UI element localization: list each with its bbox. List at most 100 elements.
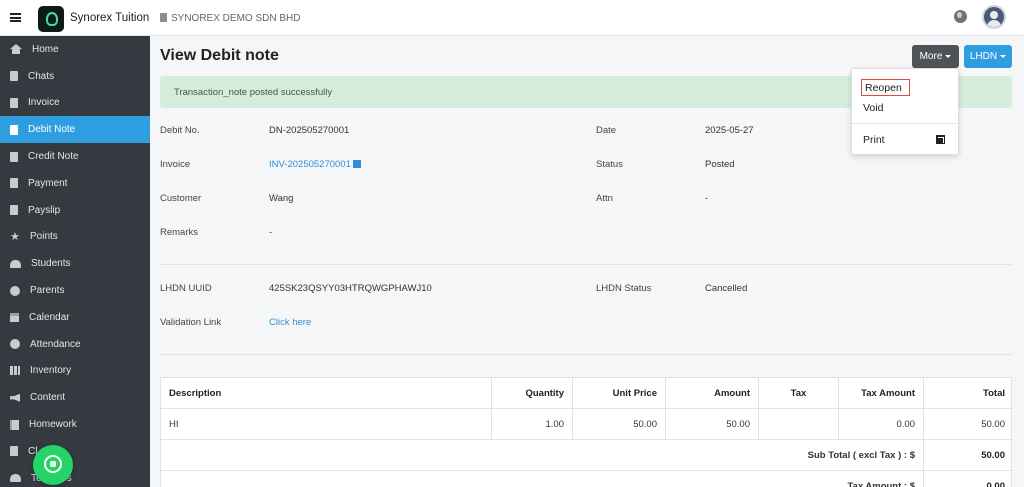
date-label: Date — [596, 125, 617, 136]
header-quantity: Quantity — [492, 378, 573, 409]
avatar[interactable] — [982, 5, 1006, 29]
debit-no-label: Debit No. — [160, 125, 200, 136]
sidebar-item-label: Chats — [28, 70, 55, 82]
more-dropdown-menu: Reopen Void Print — [851, 68, 959, 155]
sidebar-item-label: Payslip — [28, 204, 61, 216]
void-menu-item[interactable]: Void — [863, 102, 883, 114]
remarks-value: - — [269, 227, 273, 238]
lhdn-uuid-label: LHDN UUID — [160, 283, 212, 294]
lhdn-button-label: LHDN — [969, 51, 998, 62]
row-tax — [759, 409, 839, 440]
sidebar-item-label: Home — [32, 43, 59, 55]
sidebar-item-content[interactable]: Content — [0, 384, 150, 411]
whatsapp-icon[interactable] — [33, 445, 73, 485]
sidebar-item-homework[interactable]: Homework — [0, 411, 150, 438]
row-tax-amount: 0.00 — [839, 409, 924, 440]
table-header-row: Description Quantity Unit Price Amount T… — [161, 378, 1011, 409]
header-tax-amount: Tax Amount — [839, 378, 924, 409]
debit-no-value: DN-202505270001 — [269, 125, 350, 136]
sidebar-item-classes[interactable]: Cl — [0, 438, 150, 465]
more-button-label: More — [919, 51, 943, 62]
customer-label: Customer — [160, 193, 202, 204]
sidebar-item-teachers[interactable]: Teachers — [0, 465, 150, 487]
top-bar: Synorex Tuition SYNOREX DEMO SDN BHD — [0, 0, 1024, 36]
document-icon — [10, 97, 18, 108]
validation-link-label: Validation Link — [160, 317, 222, 328]
invoice-number[interactable]: INV-202505270001 — [269, 159, 351, 170]
sidebar-item-label: Points — [30, 231, 58, 243]
customer-value: Wang — [269, 193, 294, 204]
header-unit-price: Unit Price — [573, 378, 666, 409]
validation-link[interactable]: Click here — [269, 317, 311, 328]
document-icon — [10, 205, 18, 216]
header-description: Description — [161, 378, 492, 409]
header-tax: Tax — [759, 378, 839, 409]
sidebar-item-label: Inventory — [30, 365, 72, 377]
reopen-menu-item[interactable]: Reopen — [861, 79, 910, 96]
sidebar-item-label: Homework — [29, 419, 77, 431]
table-row: HI 1.00 50.00 50.00 0.00 50.00 — [161, 409, 1011, 440]
building-icon — [160, 13, 167, 22]
tax-amount-label: Tax Amount : $ — [161, 471, 924, 487]
star-icon: ★ — [10, 230, 20, 243]
sidebar-item-parents[interactable]: Parents — [0, 277, 150, 304]
subtotal-label: Sub Total ( excl Tax ) : $ — [161, 440, 924, 471]
sidebar-item-points[interactable]: ★ Points — [0, 224, 150, 251]
megaphone-icon — [10, 393, 20, 402]
main-content: View Debit note More LHDN Transaction_no… — [150, 36, 1024, 487]
sidebar-item-label: Debit Note — [28, 124, 76, 136]
sidebar-item-credit-note[interactable]: Credit Note — [0, 143, 150, 170]
sidebar-item-invoice[interactable]: Invoice — [0, 90, 150, 117]
lhdn-uuid-value: 425SK23QSYY03HTRQWGPHAWJ10 — [269, 283, 432, 294]
document-icon — [10, 71, 18, 82]
row-amount: 50.00 — [666, 409, 759, 440]
lhdn-status-value: Cancelled — [705, 283, 748, 294]
document-icon — [10, 151, 18, 162]
sidebar-item-payment[interactable]: Payment — [0, 170, 150, 197]
menu-icon[interactable] — [10, 13, 21, 22]
home-icon — [10, 44, 22, 55]
company-selector[interactable]: SYNOREX DEMO SDN BHD — [160, 13, 300, 24]
user-circle-icon — [10, 285, 20, 296]
company-name: SYNOREX DEMO SDN BHD — [171, 13, 301, 24]
date-value: 2025-05-27 — [705, 125, 754, 136]
status-value: Posted — [705, 159, 735, 170]
sidebar-item-students[interactable]: Students — [0, 250, 150, 277]
sidebar-item-payslip[interactable]: Payslip — [0, 197, 150, 224]
external-link-icon[interactable] — [352, 160, 361, 168]
divider — [160, 354, 1012, 355]
sidebar-item-attendance[interactable]: Attendance — [0, 331, 150, 358]
alert-message: Transaction_note posted successfully — [174, 87, 333, 98]
document-icon — [10, 178, 18, 189]
sidebar: Home Chats Invoice Debit Note Credit Not… — [0, 36, 150, 487]
document-icon — [10, 446, 18, 457]
sidebar-item-chats[interactable]: Chats — [0, 63, 150, 90]
row-total: 50.00 — [981, 419, 1005, 430]
more-button[interactable]: More — [912, 45, 959, 68]
header-amount: Amount — [666, 378, 759, 409]
sidebar-item-inventory[interactable]: Inventory — [0, 358, 150, 385]
page-title: View Debit note — [160, 47, 279, 64]
clock-icon — [10, 339, 20, 350]
caret-down-icon — [945, 55, 952, 58]
globe-icon[interactable] — [954, 10, 967, 23]
sidebar-item-label: Students — [31, 258, 71, 270]
brand-logo[interactable] — [38, 6, 64, 32]
lhdn-button[interactable]: LHDN — [964, 45, 1012, 68]
external-link-icon[interactable] — [936, 135, 945, 144]
invoice-link[interactable]: INV-202505270001 — [269, 159, 361, 170]
users-icon — [10, 259, 21, 268]
attn-label: Attn — [596, 193, 613, 204]
status-label: Status — [596, 159, 623, 170]
document-icon — [10, 124, 18, 135]
sidebar-item-calendar[interactable]: Calendar — [0, 304, 150, 331]
sidebar-item-label: Credit Note — [28, 151, 79, 163]
tax-amount-value: 0.00 — [986, 481, 1006, 487]
divider — [160, 264, 1012, 265]
sidebar-item-debit-note[interactable]: Debit Note — [0, 116, 150, 144]
sidebar-item-label: Payment — [28, 177, 68, 189]
calendar-icon — [10, 312, 19, 322]
line-items-table: Description Quantity Unit Price Amount T… — [160, 377, 1012, 487]
print-menu-item[interactable]: Print — [863, 134, 885, 146]
sidebar-item-home[interactable]: Home — [0, 36, 150, 63]
